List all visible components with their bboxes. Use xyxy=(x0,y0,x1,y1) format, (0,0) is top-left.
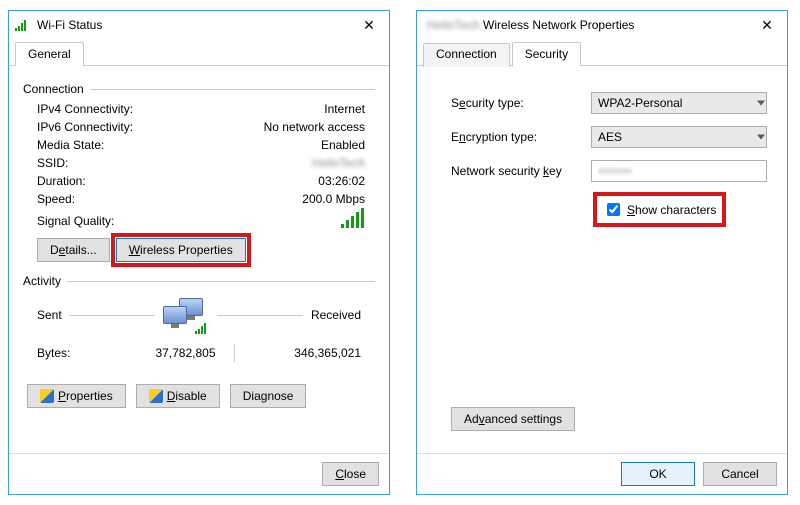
ipv6-value: No network access xyxy=(167,120,373,134)
tab-connection[interactable]: Connection xyxy=(423,43,510,67)
ssid-label: SSID: xyxy=(37,156,167,170)
speed-value: 200.0 Mbps xyxy=(167,192,373,206)
close-button[interactable]: ✕ xyxy=(753,17,781,34)
security-type-combo[interactable] xyxy=(591,92,767,114)
bytes-label: Bytes: xyxy=(37,346,107,360)
network-activity-icon xyxy=(163,298,209,332)
tab-strip: General xyxy=(9,39,389,66)
wifi-status-dialog: Wi-Fi Status ✕ General Connection IPv4 C… xyxy=(8,10,390,495)
advanced-settings-button[interactable]: Advanced settings xyxy=(451,407,575,431)
shield-icon xyxy=(40,389,54,403)
diagnose-button[interactable]: Diagnose xyxy=(230,384,307,408)
close-dialog-button[interactable]: Close xyxy=(322,462,379,486)
media-state-label: Media State: xyxy=(37,138,167,152)
ipv6-label: IPv6 Connectivity: xyxy=(37,120,167,134)
properties-button[interactable]: Properties xyxy=(27,384,126,408)
title-bar: Wi-Fi Status ✕ xyxy=(9,11,389,39)
duration-value: 03:26:02 xyxy=(167,174,373,188)
cancel-button[interactable]: Cancel xyxy=(703,462,777,486)
wireless-network-properties-dialog: HelloTech Wireless Network Properties ✕ … xyxy=(416,10,788,495)
tab-security[interactable]: Security xyxy=(512,42,581,66)
duration-label: Duration: xyxy=(37,174,167,188)
wifi-signal-icon xyxy=(15,19,29,31)
show-characters-row[interactable]: Show characters xyxy=(593,192,726,227)
group-label-activity: Activity xyxy=(23,274,61,288)
show-characters-label: Show characters xyxy=(627,203,716,217)
ssid-value: HelloTech xyxy=(167,156,373,170)
security-type-label: Security type: xyxy=(451,96,591,110)
title-bar: HelloTech Wireless Network Properties ✕ xyxy=(417,11,787,39)
bytes-received-value: 346,365,021 xyxy=(253,346,362,360)
tab-general[interactable]: General xyxy=(15,42,84,66)
network-name-prefix: HelloTech xyxy=(427,18,480,32)
group-label-connection: Connection xyxy=(23,82,84,96)
close-button[interactable]: ✕ xyxy=(355,17,383,34)
ipv4-value: Internet xyxy=(167,102,373,116)
group-header-activity: Activity xyxy=(23,274,375,288)
encryption-type-combo[interactable] xyxy=(591,126,767,148)
window-title: Wi-Fi Status xyxy=(33,18,355,32)
sent-label: Sent xyxy=(37,308,62,322)
window-title: HelloTech Wireless Network Properties xyxy=(423,18,753,32)
network-security-key-label: Network security key xyxy=(451,164,591,178)
signal-quality-label: Signal Quality: xyxy=(37,214,167,228)
ipv4-label: IPv4 Connectivity: xyxy=(37,102,167,116)
network-security-key-input[interactable] xyxy=(591,160,767,182)
window-title-suffix: Wireless Network Properties xyxy=(483,18,634,32)
shield-icon xyxy=(149,389,163,403)
encryption-type-label: Encryption type: xyxy=(451,130,591,144)
wireless-properties-button[interactable]: Wireless Properties xyxy=(116,238,246,262)
tab-strip: Connection Security xyxy=(417,39,787,66)
ok-button[interactable]: OK xyxy=(621,462,695,486)
media-state-value: Enabled xyxy=(167,138,373,152)
disable-button[interactable]: Disable xyxy=(136,384,220,408)
received-label: Received xyxy=(311,308,361,322)
show-characters-checkbox[interactable] xyxy=(607,203,620,216)
speed-label: Speed: xyxy=(37,192,167,206)
group-header-connection: Connection xyxy=(23,82,375,96)
bytes-sent-value: 37,782,805 xyxy=(107,346,216,360)
signal-quality-icon xyxy=(341,210,365,228)
details-button[interactable]: Details... xyxy=(37,238,110,262)
